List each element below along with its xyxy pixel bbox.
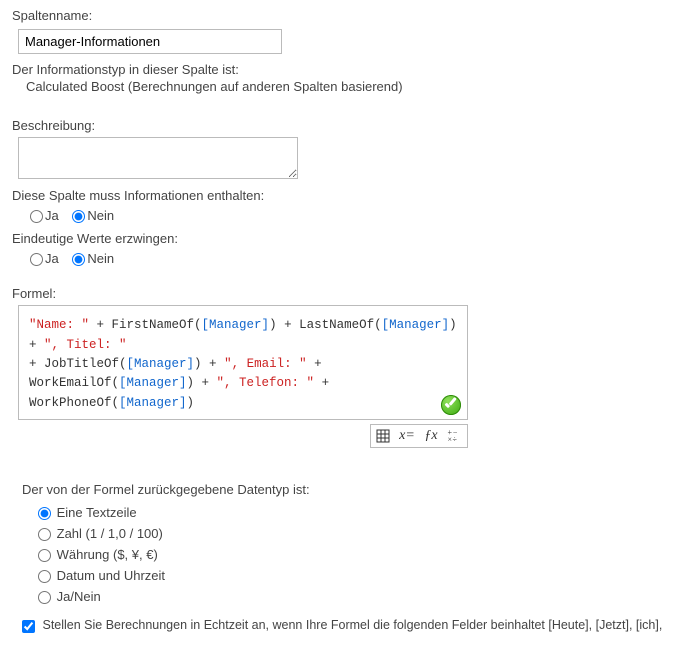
datatype-option-number[interactable]: Zahl (1 / 1,0 / 100) xyxy=(38,526,163,541)
formula-token: ) + xyxy=(194,357,224,371)
unique-yes-option[interactable]: Ja xyxy=(30,251,59,266)
datatype-option-label: Ja/Nein xyxy=(57,589,101,604)
formula-toolbar: x= ƒx +− ×÷ xyxy=(18,424,468,448)
formula-token: [Manager] xyxy=(119,376,187,390)
unique-label: Eindeutige Werte erzwingen: xyxy=(12,231,668,246)
required-yes-label: Ja xyxy=(45,208,59,223)
formula-valid-icon xyxy=(441,395,461,415)
formula-token: [Manager] xyxy=(382,318,450,332)
formula-token: [Manager] xyxy=(202,318,270,332)
info-type-label: Der Informationstyp in dieser Spalte ist… xyxy=(12,62,668,77)
required-yes-option[interactable]: Ja xyxy=(30,208,59,223)
operator-button[interactable]: +− ×÷ xyxy=(443,425,467,447)
unique-no-label: Nein xyxy=(87,251,114,266)
grid-icon xyxy=(376,429,390,443)
info-type-value: Calculated Boost (Berechnungen auf ander… xyxy=(26,79,668,94)
unique-no-option[interactable]: Nein xyxy=(72,251,114,266)
datatype-option-datetime[interactable]: Datum und Uhrzeit xyxy=(38,568,165,583)
realtime-checkbox[interactable] xyxy=(22,620,35,633)
description-label: Beschreibung: xyxy=(12,118,668,133)
unique-yes-label: Ja xyxy=(45,251,59,266)
required-no-option[interactable]: Nein xyxy=(72,208,114,223)
svg-text:×÷: ×÷ xyxy=(447,435,457,443)
column-name-input[interactable] xyxy=(18,29,282,54)
realtime-label: Stellen Sie Berechnungen in Echtzeit an,… xyxy=(42,618,662,632)
formula-token: ", Titel: " xyxy=(44,338,127,352)
insert-column-button[interactable] xyxy=(371,425,395,447)
function-button[interactable]: ƒx xyxy=(419,425,443,447)
formula-label: Formel: xyxy=(12,286,668,301)
variable-icon: x= xyxy=(399,428,415,444)
datatype-option-currency[interactable]: Währung ($, ¥, €) xyxy=(38,547,158,562)
variable-button[interactable]: x= xyxy=(395,425,419,447)
realtime-checkbox-option[interactable]: Stellen Sie Berechnungen in Echtzeit an,… xyxy=(22,618,662,632)
required-label: Diese Spalte muss Informationen enthalte… xyxy=(12,188,668,203)
formula-token: + FirstNameOf( xyxy=(89,318,202,332)
formula-token: "Name: " xyxy=(29,318,89,332)
formula-token: + JobTitleOf( xyxy=(29,357,127,371)
formula-token: ) xyxy=(187,396,195,410)
datatype-option-label: Währung ($, ¥, €) xyxy=(57,547,158,562)
required-no-label: Nein xyxy=(87,208,114,223)
formula-editor[interactable]: "Name: " + FirstNameOf([Manager]) + Last… xyxy=(18,305,468,420)
datatype-option-label: Zahl (1 / 1,0 / 100) xyxy=(57,526,163,541)
formula-token: ", Telefon: " xyxy=(217,376,315,390)
formula-token: ) + xyxy=(187,376,217,390)
datatype-option-label: Datum und Uhrzeit xyxy=(57,568,165,583)
formula-token: ", Email: " xyxy=(224,357,307,371)
function-icon: ƒx xyxy=(424,428,437,444)
datatype-option-text[interactable]: Eine Textzeile xyxy=(38,505,137,520)
formula-token: ) + LastNameOf( xyxy=(269,318,382,332)
description-textarea[interactable] xyxy=(18,137,298,179)
datatype-label: Der von der Formel zurückgegebene Datent… xyxy=(22,482,668,497)
formula-token: [Manager] xyxy=(119,396,187,410)
datatype-option-yesno[interactable]: Ja/Nein xyxy=(38,589,101,604)
column-name-label: Spaltenname: xyxy=(12,8,668,23)
datatype-option-label: Eine Textzeile xyxy=(57,505,137,520)
formula-token: [Manager] xyxy=(127,357,195,371)
operator-icon: +− ×÷ xyxy=(447,429,463,443)
